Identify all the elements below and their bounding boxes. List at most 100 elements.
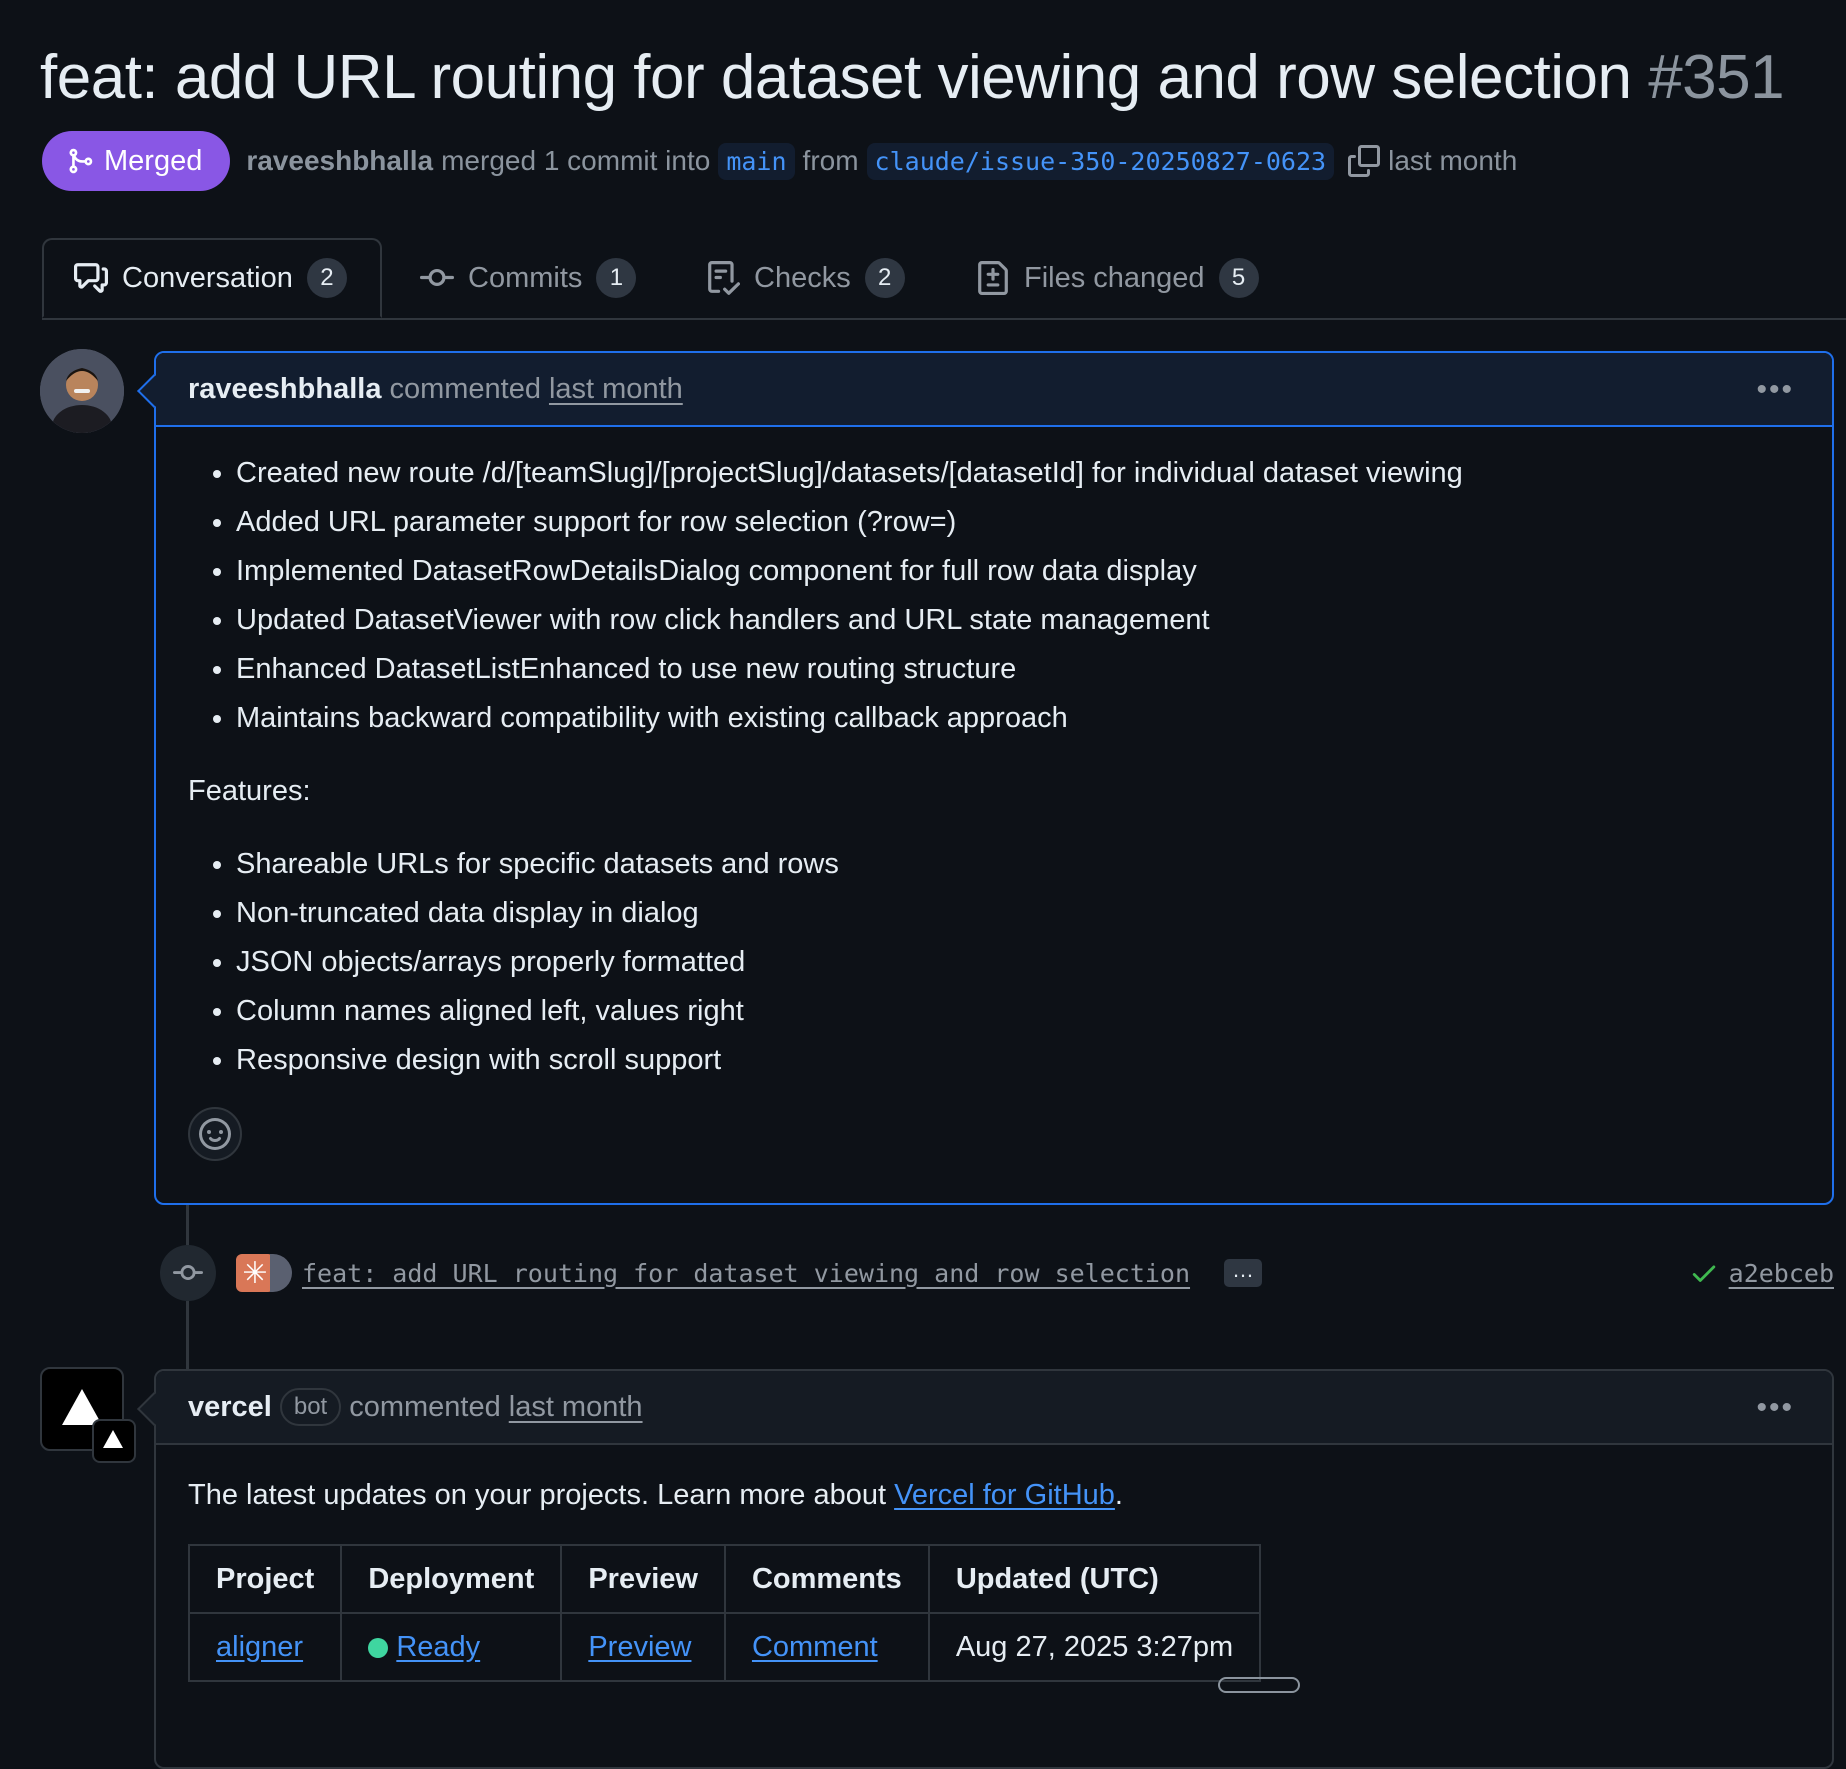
list-item: JSON objects/arrays properly formatted <box>236 938 1800 987</box>
merged-text: merged 1 commit into <box>441 145 711 176</box>
pr-time: last month <box>1388 145 1518 176</box>
kebab-menu-icon[interactable]: ••• <box>1756 373 1794 407</box>
file-diff-icon <box>978 261 1008 295</box>
tab-files-changed[interactable]: Files changed 5 <box>976 238 1259 318</box>
pr-number: #351 <box>1648 43 1785 112</box>
tab-conversation-count: 2 <box>306 258 347 298</box>
comment-action: commented <box>349 1390 501 1423</box>
tab-checks-label: Checks <box>754 261 851 294</box>
comment-header: raveeshbhalla commented last month ••• <box>156 353 1832 427</box>
tab-conversation[interactable]: Conversation 2 <box>42 238 382 318</box>
avatar[interactable] <box>40 349 124 433</box>
list-item: Enhanced DatasetListEnhanced to use new … <box>236 645 1800 694</box>
vercel-logo-icon <box>103 1430 123 1448</box>
updated-cell: Aug 27, 2025 3:27pm <box>927 1612 1262 1682</box>
features-heading: Features: <box>188 775 311 807</box>
commit-sha: a2ebceb <box>1728 1258 1834 1288</box>
list-item: Shareable URLs for specific datasets and… <box>236 840 1800 889</box>
tab-conversation-label: Conversation <box>122 261 293 294</box>
commit-message-link[interactable]: feat: add URL routing for dataset viewin… <box>302 1259 1190 1288</box>
tab-checks[interactable]: Checks 2 <box>706 238 905 318</box>
pr-author-link[interactable]: raveeshbhalla <box>246 145 433 177</box>
pr-meta: Merged raveeshbhalla merged 1 commit int… <box>42 131 1517 191</box>
list-item: Added URL parameter support for row sele… <box>236 498 1800 547</box>
comment-header: vercel bot commented last month ••• <box>156 1371 1832 1445</box>
list-item: Column names aligned left, values right <box>236 987 1800 1036</box>
preview-link[interactable]: Preview <box>588 1631 691 1663</box>
table-scrollbar[interactable] <box>1218 1677 1300 1693</box>
head-branch[interactable]: claude/issue-350-20250827-0623 <box>866 142 1335 180</box>
expand-commit-button[interactable]: … <box>1224 1259 1263 1287</box>
list-item: Non-truncated data display in dialog <box>236 889 1800 938</box>
list-item: Implemented DatasetRowDetailsDialog comp… <box>236 547 1800 596</box>
comment-time[interactable]: last month <box>509 1391 643 1424</box>
comment-card: vercel bot commented last month ••• The … <box>137 1369 1834 1769</box>
comment-author[interactable]: raveeshbhalla <box>188 373 381 406</box>
kebab-menu-icon[interactable]: ••• <box>1756 1391 1794 1425</box>
git-commit-icon <box>173 1265 203 1281</box>
tab-commits-label: Commits <box>468 261 583 294</box>
preview-cell: Preview <box>560 1612 726 1682</box>
deployment-cell: Ready <box>340 1612 563 1682</box>
column-header: Comments <box>723 1544 930 1614</box>
ready-status-icon <box>368 1637 389 1658</box>
comment-card: raveeshbhalla commented last month ••• C… <box>137 351 1834 1205</box>
comment-discussion-icon <box>74 263 108 293</box>
check-icon <box>1692 1265 1715 1282</box>
person-avatar-icon <box>40 349 124 433</box>
comment-action: commented <box>389 372 541 405</box>
timeline-line <box>186 1205 189 1245</box>
checklist-icon <box>708 261 740 295</box>
comment-author[interactable]: vercel <box>188 1391 272 1424</box>
claude-avatar-icon[interactable]: ✳ <box>236 1254 274 1292</box>
git-merge-icon <box>69 148 93 174</box>
comments-cell: Comment <box>723 1612 930 1682</box>
changes-list: Created new route /d/[teamSlug]/[project… <box>188 449 1800 743</box>
tab-commits[interactable]: Commits 1 <box>420 238 637 318</box>
deployment-table: Project Deployment Preview Comments Upda… <box>187 1544 1262 1682</box>
intro-text-lead: The latest updates on your projects. Lea… <box>188 1479 895 1511</box>
comment-body: The latest updates on your projects. Lea… <box>156 1445 1832 1710</box>
tab-files-changed-label: Files changed <box>1024 261 1205 294</box>
comment-link[interactable]: Comment <box>752 1631 878 1663</box>
column-header: Deployment <box>340 1544 563 1614</box>
column-header: Updated (UTC) <box>927 1544 1262 1614</box>
smiley-icon <box>199 1118 231 1150</box>
vercel-avatar[interactable] <box>40 1367 136 1463</box>
from-text: from <box>802 145 859 176</box>
tab-checks-count: 2 <box>864 258 905 298</box>
avatar[interactable] <box>270 1254 292 1292</box>
project-link[interactable]: aligner <box>216 1631 303 1663</box>
comment-body: Created new route /d/[teamSlug]/[project… <box>156 427 1832 1189</box>
base-branch[interactable]: main <box>718 142 795 180</box>
list-item: Maintains backward compatibility with ex… <box>236 694 1800 743</box>
merged-state-label: Merged <box>104 144 203 177</box>
copy-icon[interactable] <box>1348 145 1381 177</box>
timeline-commit: ✳ feat: add URL routing for dataset view… <box>160 1245 1834 1301</box>
commit-sha-link[interactable]: a2ebceb <box>1689 1258 1834 1288</box>
deployment-status-link[interactable]: Ready <box>396 1631 480 1663</box>
list-item: Responsive design with scroll support <box>236 1036 1800 1085</box>
timeline-line <box>186 1301 189 1369</box>
pr-title: feat: add URL routing for dataset viewin… <box>40 30 1785 126</box>
column-header: Preview <box>560 1544 726 1614</box>
pr-title-text: feat: add URL routing for dataset viewin… <box>40 43 1632 112</box>
pr-tabs: Conversation 2 Commits 1 Checks 2 Files … <box>42 238 1846 320</box>
features-list: Shareable URLs for specific datasets and… <box>188 840 1800 1085</box>
add-reaction-button[interactable] <box>188 1107 242 1161</box>
list-item: Updated DatasetViewer with row click han… <box>236 596 1800 645</box>
merged-state-badge: Merged <box>42 131 231 191</box>
comment-time[interactable]: last month <box>549 373 683 406</box>
bot-label: bot <box>279 1388 342 1426</box>
commit-badge <box>160 1245 216 1301</box>
intro-text-end: . <box>1114 1479 1123 1511</box>
vercel-for-github-link[interactable]: Vercel for GitHub <box>894 1479 1115 1511</box>
table-header-row: Project Deployment Preview Comments Upda… <box>187 1544 1262 1614</box>
intro-text: The latest updates on your projects. Lea… <box>188 1471 1800 1520</box>
tab-commits-count: 1 <box>596 258 637 298</box>
column-header: Project <box>187 1544 343 1614</box>
list-item: Created new route /d/[teamSlug]/[project… <box>236 449 1800 498</box>
tab-files-changed-count: 5 <box>1218 258 1259 298</box>
table-row: aligner Ready Preview Comment Aug 27, 20… <box>187 1612 1262 1682</box>
git-commit-icon <box>420 268 454 286</box>
